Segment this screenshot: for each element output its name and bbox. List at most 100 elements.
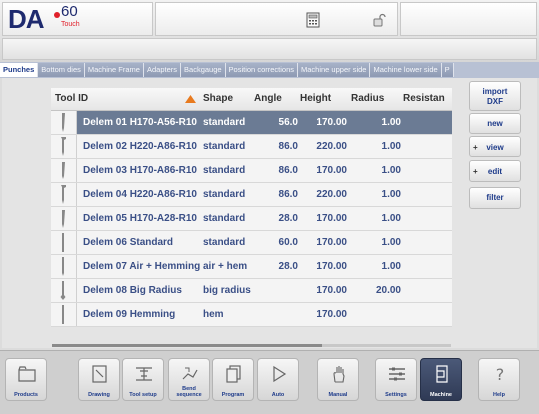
cell-height: 170.00 — [316, 165, 347, 176]
nav-bend-sequence-label: Bend sequence — [176, 386, 202, 398]
cell-shape: standard — [203, 165, 246, 176]
table-row[interactable]: Delem 05 H170-A28-R10 standard 28.0 170.… — [51, 207, 452, 231]
table-row[interactable]: Delem 07 Air + Hemming air + hem 28.0 17… — [51, 255, 452, 279]
table-row[interactable]: Delem 03 H170-A86-R10 standard 86.0 170.… — [51, 159, 452, 183]
punch-thumbnail — [51, 303, 77, 326]
column-header-tool-id[interactable]: Tool ID — [55, 88, 88, 110]
logo-brand: DA — [8, 4, 45, 34]
logo-dot — [54, 12, 60, 18]
nav-help[interactable]: ? Help — [478, 358, 520, 401]
nav-tool-setup[interactable]: Tool setup — [122, 358, 164, 401]
cell-height: 170.00 — [316, 213, 347, 224]
cell-height: 170.00 — [316, 237, 347, 248]
punch-thumbnail — [51, 135, 77, 158]
nav-drawing[interactable]: Drawing — [78, 358, 120, 401]
punch-icon — [61, 137, 66, 156]
scrollbar-thumb[interactable] — [52, 344, 322, 347]
punch-icon — [62, 113, 65, 132]
table-row[interactable]: Delem 08 Big Radius big radius 170.00 20… — [51, 279, 452, 303]
nav-settings[interactable]: Settings — [375, 358, 417, 401]
bottom-navigation: Products Drawing Tool setup Bend sequenc… — [0, 350, 539, 414]
tab-machine-frame[interactable]: Machine Frame — [84, 63, 144, 77]
cell-angle: 56.0 — [278, 117, 298, 128]
edit-button[interactable]: + edit — [469, 160, 521, 182]
column-header-height[interactable]: Height — [300, 88, 331, 110]
lock-icon[interactable] — [372, 13, 386, 27]
cell-angle — [271, 303, 298, 326]
cell-angle: 28.0 — [278, 213, 298, 224]
import-dxf-label-line1: import — [482, 87, 508, 96]
top-bar: DA 60 Touch — [0, 0, 539, 63]
nav-bend-sequence[interactable]: Bend sequence — [168, 358, 210, 401]
column-header-radius[interactable]: Radius — [351, 88, 384, 110]
punch-thumbnail — [51, 111, 77, 134]
calculator-icon[interactable] — [306, 12, 320, 28]
info-field — [400, 2, 537, 36]
nav-manual[interactable]: Manual — [317, 358, 359, 401]
cell-height: 220.00 — [316, 141, 347, 152]
column-header-angle[interactable]: Angle — [254, 88, 282, 110]
logo-model: 60 — [61, 3, 78, 20]
plus-icon: + — [473, 143, 478, 152]
punch-thumbnail — [51, 255, 77, 278]
content-area: Tool ID Shape Angle Height Radius Resist… — [2, 78, 537, 348]
cell-shape: standard — [203, 189, 246, 200]
cell-shape: standard — [203, 213, 246, 224]
tool-setup-icon — [136, 367, 152, 381]
logo: DA 60 Touch — [2, 2, 153, 36]
cell-shape: standard — [203, 117, 246, 128]
tab-position-corrections[interactable]: Position corrections — [225, 63, 298, 77]
cell-height: 170.00 — [316, 309, 347, 320]
column-header-resistance[interactable]: Resistan — [403, 88, 445, 110]
import-dxf-label-line2: DXF — [487, 97, 503, 106]
table-row[interactable]: Delem 02 H220-A86-R10 standard 86.0 220.… — [51, 135, 452, 159]
table-row[interactable]: Delem 04 H220-A86-R10 standard 86.0 220.… — [51, 183, 452, 207]
tab-bottom-dies[interactable]: Bottom dies — [38, 63, 85, 77]
tab-adapters[interactable]: Adapters — [143, 63, 182, 77]
cell-shape: air + hem — [203, 261, 248, 272]
nav-manual-label: Manual — [328, 392, 348, 398]
cell-shape: hem — [203, 309, 224, 320]
nav-auto[interactable]: Auto — [257, 358, 299, 401]
settings-icon — [389, 367, 405, 381]
cell-radius: 1.00 — [381, 189, 401, 200]
tab-machine-upper-side[interactable]: Machine upper side — [298, 63, 371, 77]
punch-icon — [62, 257, 64, 276]
punch-thumbnail — [51, 207, 77, 230]
nav-program[interactable]: Program — [212, 358, 254, 401]
cell-height: 170.00 — [316, 117, 347, 128]
machine-icon — [436, 365, 448, 383]
import-dxf-button[interactable]: import DXF — [469, 81, 521, 111]
cell-angle: 60.0 — [278, 237, 298, 248]
punch-icon — [62, 233, 64, 252]
view-button[interactable]: + view — [469, 136, 521, 157]
logo-edition: Touch — [61, 21, 80, 28]
cell-radius: 1.00 — [381, 141, 401, 152]
tab-punches[interactable]: Punches — [0, 63, 39, 77]
tab-machine-lower-side[interactable]: Machine lower side — [370, 63, 442, 77]
cell-tool-id: Delem 03 H170-A86-R10 — [83, 165, 197, 176]
new-label: new — [487, 119, 503, 128]
tab-more[interactable]: P — [441, 63, 454, 77]
table-row[interactable]: Delem 06 Standard standard 60.0 170.00 1… — [51, 231, 452, 255]
table-row[interactable]: Delem 01 H170-A56-R10 standard 56.0 170.… — [51, 111, 452, 135]
nav-products[interactable]: Products — [5, 358, 47, 401]
cell-tool-id: Delem 02 H220-A86-R10 — [83, 141, 197, 152]
cell-angle: 86.0 — [278, 141, 298, 152]
horizontal-scrollbar[interactable] — [52, 344, 451, 347]
cell-radius: 1.00 — [381, 117, 401, 128]
nav-machine[interactable]: Machine — [420, 358, 462, 401]
sort-ascending-icon — [185, 95, 196, 103]
play-icon — [273, 365, 287, 383]
tab-backgauge[interactable]: Backgauge — [181, 63, 226, 77]
drawing-icon — [92, 365, 107, 383]
punch-thumbnail — [51, 159, 77, 182]
punch-icon — [61, 185, 66, 204]
nav-drawing-label: Drawing — [88, 392, 110, 398]
cell-tool-id: Delem 01 H170-A56-R10 — [83, 117, 197, 128]
new-button[interactable]: new — [469, 113, 521, 134]
table-row[interactable]: Delem 09 Hemming hem 170.00 — [51, 303, 452, 327]
column-header-shape[interactable]: Shape — [203, 88, 233, 110]
svg-text:?: ? — [496, 365, 505, 384]
filter-button[interactable]: filter — [469, 187, 521, 209]
